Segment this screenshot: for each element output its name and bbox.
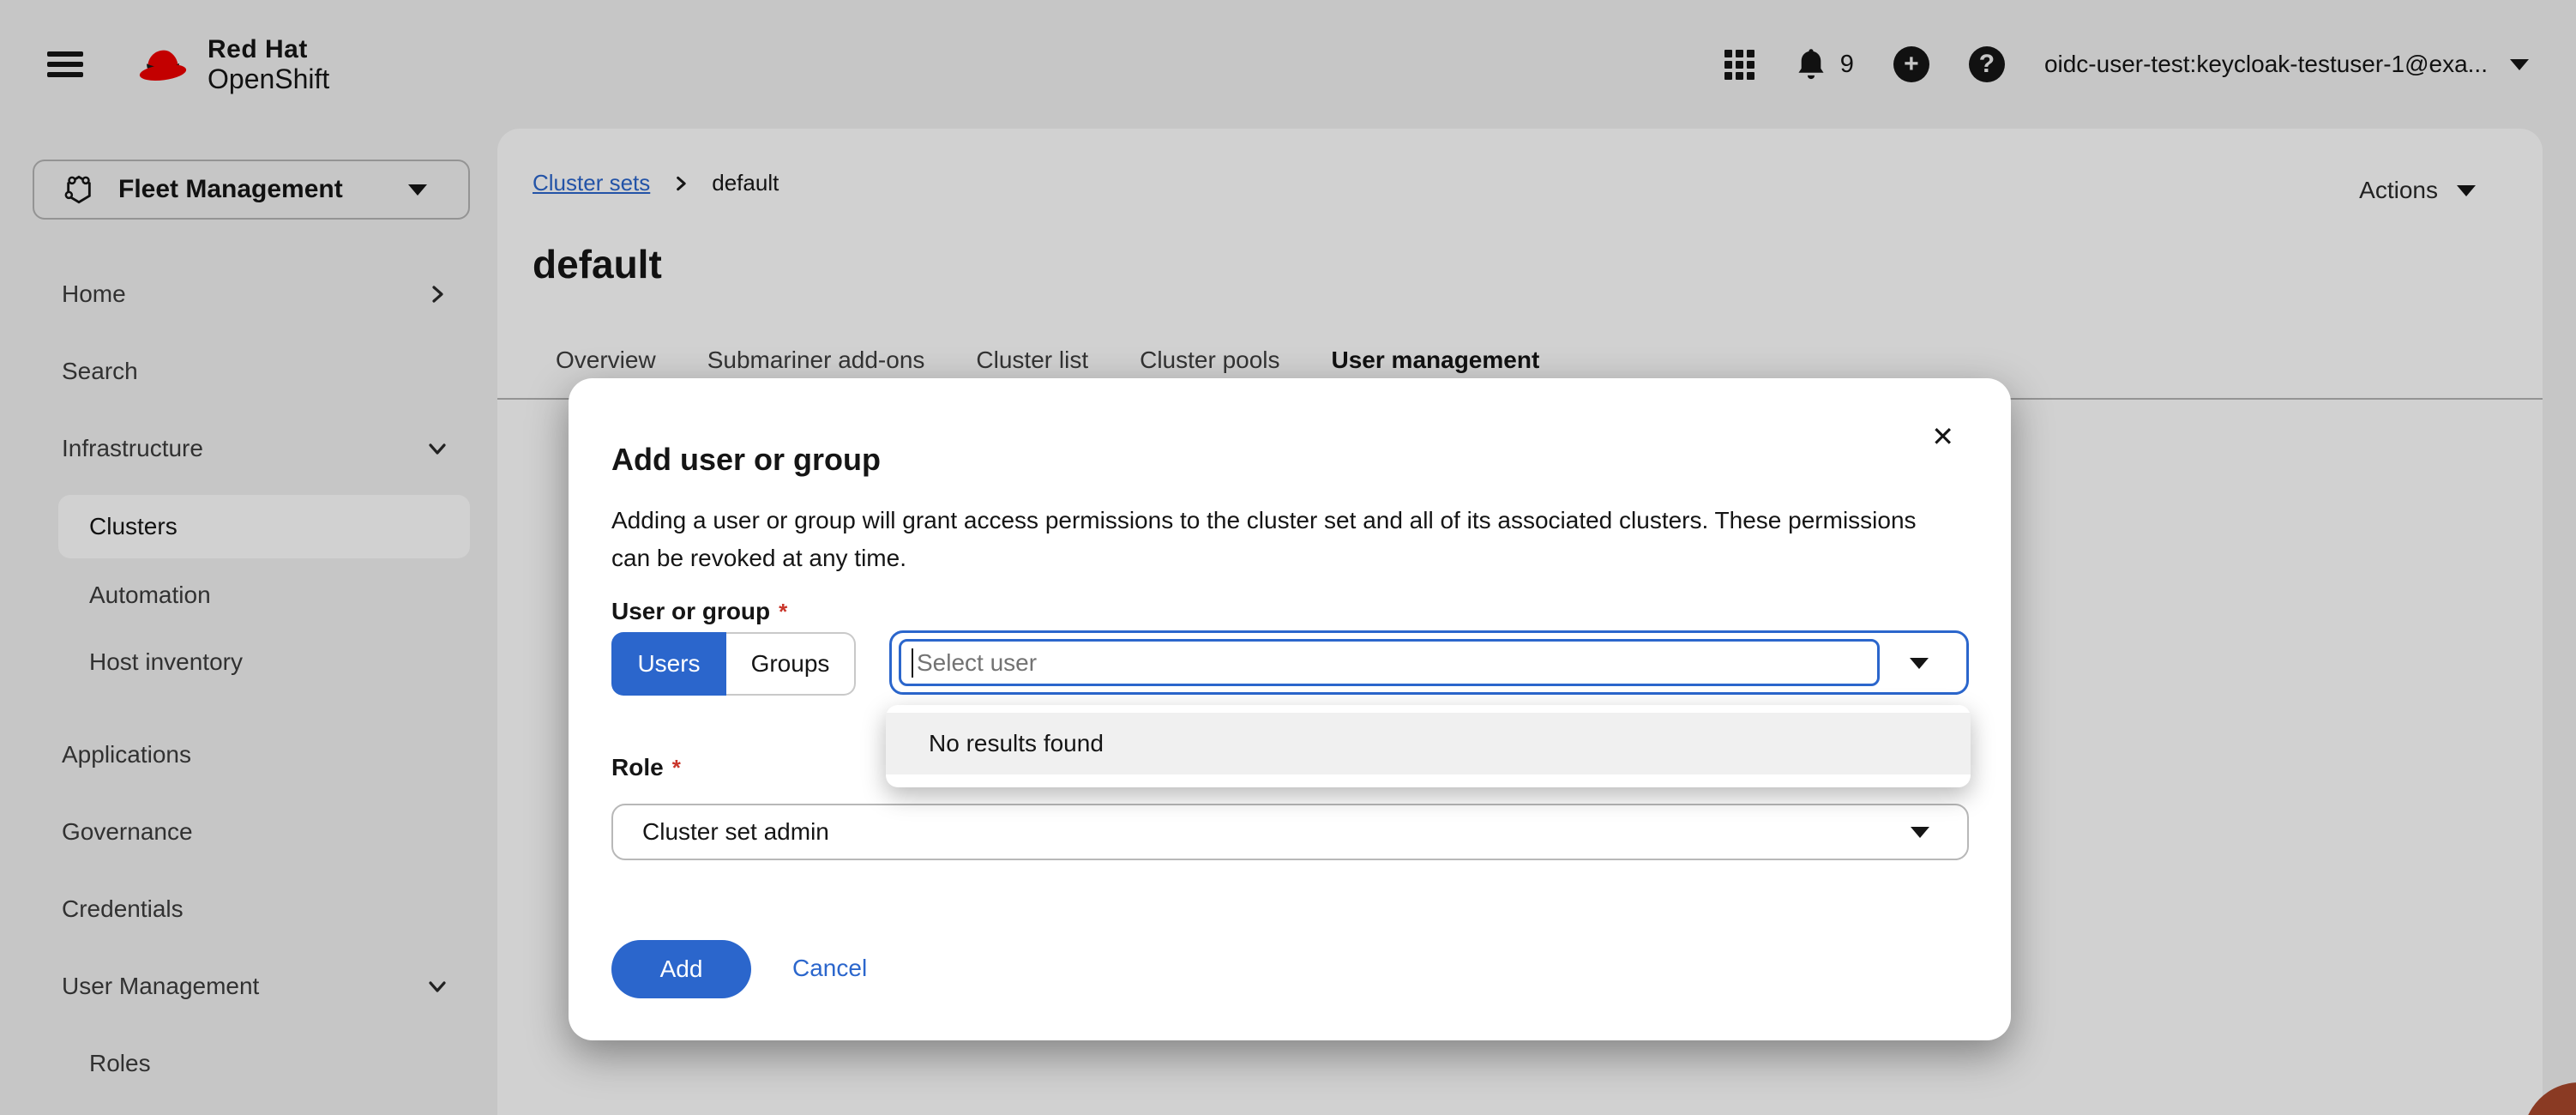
role-label: Role* <box>611 754 681 781</box>
user-select-input[interactable]: Select user <box>899 639 1880 686</box>
add-button[interactable]: Add <box>611 940 751 998</box>
groups-toggle-button[interactable]: Groups <box>726 632 856 696</box>
close-icon[interactable]: ✕ <box>1931 423 1954 450</box>
user-select-menu: No results found <box>886 705 1971 787</box>
user-or-group-label: User or group* <box>611 598 787 625</box>
cancel-button[interactable]: Cancel <box>792 955 867 982</box>
role-select-value: Cluster set admin <box>642 818 829 846</box>
text-cursor <box>912 648 913 678</box>
user-group-toggle: Users Groups <box>611 632 856 696</box>
modal-description: Adding a user or group will grant access… <box>611 502 1958 577</box>
select-caret-icon[interactable] <box>1910 658 1929 669</box>
select-caret-icon <box>1911 827 1929 838</box>
app-window: Red Hat OpenShift 9 + ? oidc-user-test:k… <box>0 0 2576 1115</box>
user-select-typeahead[interactable]: Select user <box>889 630 1969 695</box>
add-user-or-group-modal: Add user or group ✕ Adding a user or gro… <box>569 378 2011 1040</box>
required-indicator: * <box>672 755 681 780</box>
required-indicator: * <box>779 599 787 624</box>
role-select[interactable]: Cluster set admin <box>611 804 1969 860</box>
users-toggle-button[interactable]: Users <box>611 632 726 696</box>
user-select-placeholder: Select user <box>917 649 1037 677</box>
no-results-item: No results found <box>886 713 1971 774</box>
modal-title: Add user or group <box>611 442 881 478</box>
